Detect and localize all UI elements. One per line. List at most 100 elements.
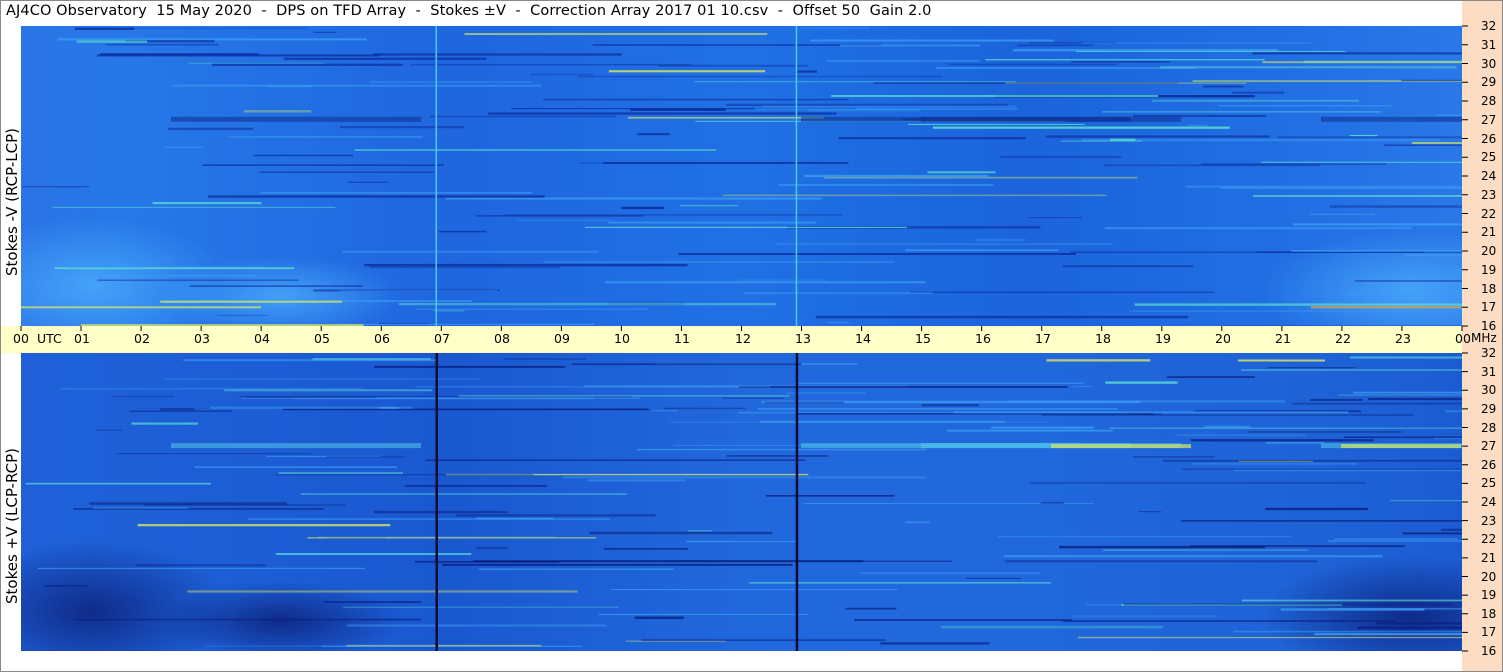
signal-streak <box>739 386 1068 388</box>
signal-streak <box>517 219 614 221</box>
signal-streak <box>578 75 943 78</box>
signal-streak <box>1077 636 1462 639</box>
signal-streak <box>664 407 746 410</box>
signal-streak <box>129 410 232 412</box>
signal-streak <box>97 54 380 57</box>
signal-streak <box>1266 442 1324 444</box>
signal-streak <box>543 98 849 101</box>
signal-streak <box>905 249 1059 252</box>
y-tick-label: 31 <box>1481 365 1497 379</box>
signal-streak <box>1105 381 1178 384</box>
signal-streak <box>340 290 498 292</box>
signal-streak <box>1241 599 1462 602</box>
signal-streak <box>1349 134 1378 137</box>
signal-streak <box>1401 79 1462 82</box>
signal-streak <box>965 577 1021 579</box>
signal-streak <box>658 64 808 67</box>
signal-streak <box>762 105 1017 108</box>
signal-streak <box>1163 459 1462 462</box>
signal-streak <box>369 81 532 83</box>
signal-streak <box>1238 359 1325 362</box>
y-tick-label: 19 <box>1481 588 1497 602</box>
signal-streak <box>854 619 1072 621</box>
signal-streak <box>1265 507 1369 511</box>
signal-streak <box>991 426 1094 429</box>
x-tick-label: 08 <box>494 331 510 346</box>
signal-streak <box>922 404 979 407</box>
x-tick-label: 03 <box>194 331 210 346</box>
x-tick-label: 11 <box>674 331 690 346</box>
signal-streak <box>1000 156 1122 158</box>
signal-streak <box>369 266 560 268</box>
y-tick-label: 26 <box>1481 132 1497 146</box>
x-axis-unit-label: UTC <box>37 331 62 346</box>
x-tick-label: 07 <box>434 331 450 346</box>
signal-streak <box>93 507 188 509</box>
signal-streak <box>476 517 555 520</box>
signal-streak <box>1357 626 1462 629</box>
signal-streak <box>131 422 198 425</box>
band-27mhz-bright <box>1341 444 1461 449</box>
signal-streak <box>1191 463 1357 465</box>
y-tick-label: 18 <box>1481 607 1497 621</box>
bright-vertical-line <box>435 26 437 326</box>
signal-streak <box>415 385 771 388</box>
signal-streak <box>1402 532 1462 535</box>
x-tick-label: 10 <box>614 331 630 346</box>
signal-streak <box>43 584 88 587</box>
signal-streak <box>1204 425 1251 428</box>
signal-streak <box>189 285 364 287</box>
signal-streak <box>503 358 586 360</box>
signal-streak <box>74 27 135 30</box>
signal-streak <box>941 625 1163 629</box>
signal-streak <box>722 397 784 399</box>
signal-streak <box>216 314 268 316</box>
y-tick-label: 29 <box>1481 75 1497 89</box>
x-tick-label: 14 <box>855 331 871 346</box>
dark-vertical-line <box>435 353 438 651</box>
signal-streak <box>163 378 480 380</box>
signal-streak <box>810 39 1054 42</box>
signal-streak <box>1071 615 1218 618</box>
signal-streak <box>621 206 665 210</box>
signal-streak <box>1241 369 1462 371</box>
x-tick-label: 18 <box>1095 331 1111 346</box>
signal-streak <box>1071 61 1170 63</box>
signal-streak <box>135 564 267 567</box>
signal-streak <box>1190 439 1374 442</box>
x-tick-label: 00 <box>13 331 29 346</box>
x-tick-label: 13 <box>795 331 811 346</box>
signal-streak <box>144 504 346 506</box>
x-tick-label: 19 <box>1155 331 1171 346</box>
signal-streak <box>1291 250 1462 252</box>
signal-streak <box>1200 163 1387 165</box>
signal-streak <box>445 197 823 200</box>
band-27mhz <box>1321 116 1462 122</box>
signal-streak <box>1368 397 1462 401</box>
signal-streak <box>1383 144 1462 146</box>
band-27mhz-bright <box>1051 444 1191 449</box>
signal-streak <box>589 531 773 535</box>
signal-streak <box>610 589 898 591</box>
signal-streak <box>476 547 509 549</box>
signal-streak <box>1262 61 1462 64</box>
signal-streak <box>248 518 610 520</box>
signal-streak <box>637 448 927 451</box>
signal-streak <box>307 537 596 539</box>
signal-streak <box>1329 205 1462 208</box>
signal-streak <box>275 553 472 555</box>
signal-streak <box>259 171 434 173</box>
chart-title: AJ4CO Observatory 15 May 2020 - DPS on T… <box>6 3 932 19</box>
signal-streak <box>1328 540 1462 543</box>
signal-streak <box>1309 398 1363 401</box>
signal-streak <box>37 567 366 570</box>
x-tick-label: 05 <box>314 331 330 346</box>
signal-streak <box>1134 303 1462 306</box>
y-tick-label: 24 <box>1481 495 1497 509</box>
signal-streak <box>1349 356 1462 359</box>
signal-streak <box>932 126 1230 129</box>
signal-streak <box>1181 468 1462 470</box>
signal-streak <box>1354 280 1462 282</box>
signal-streak <box>1225 325 1462 326</box>
y-tick-label: 17 <box>1481 625 1497 639</box>
